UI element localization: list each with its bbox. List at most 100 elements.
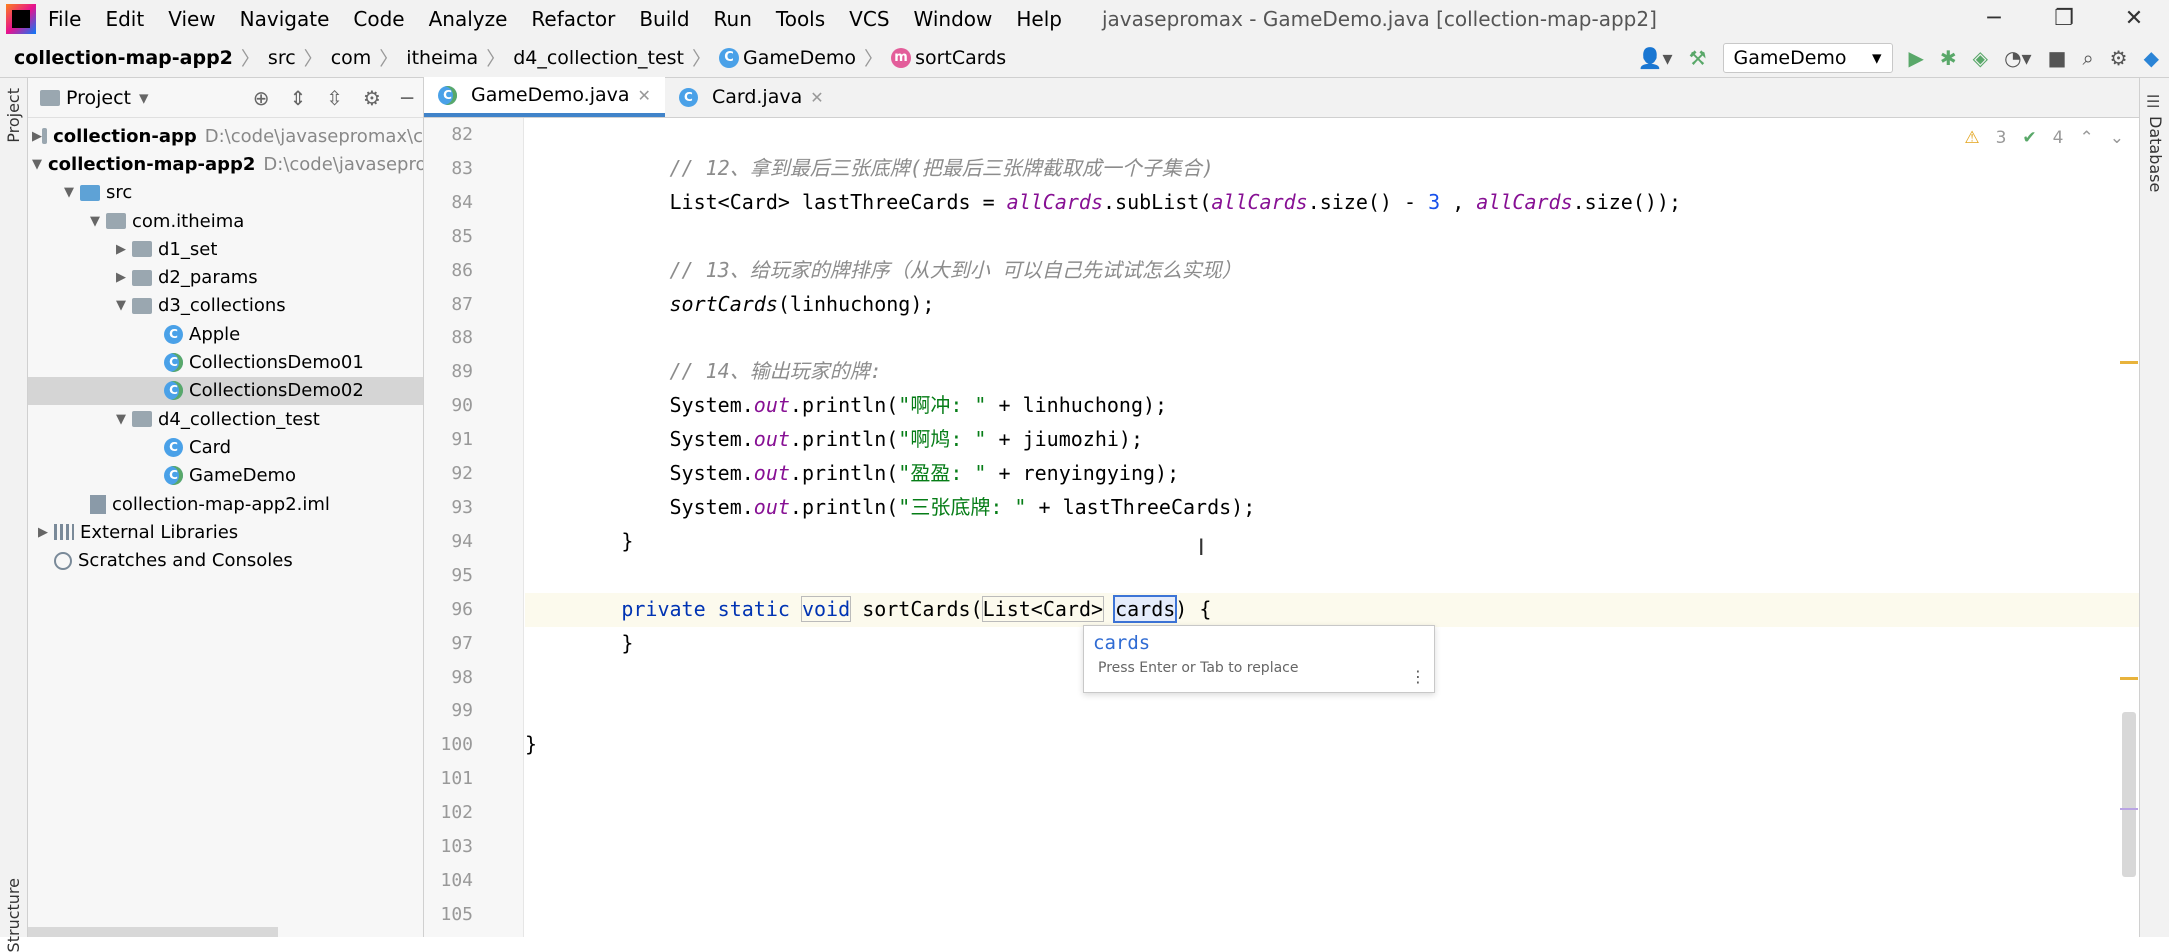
code-text: .println( (789, 427, 899, 452)
gear-icon[interactable]: ⚙ (363, 86, 381, 110)
tree-item[interactable]: ▼ com.itheima (28, 207, 423, 235)
tree-item[interactable]: ▶ collection-app D:\code\javasepromax\c (28, 122, 423, 150)
warning-marker[interactable] (2120, 677, 2138, 680)
menu-window[interactable]: Window (914, 7, 993, 31)
debug-icon[interactable]: ✱ (1940, 46, 1957, 70)
tree-item[interactable]: C GameDemo (28, 462, 423, 490)
line-number: 98 (451, 666, 473, 688)
close-tab-icon[interactable]: ✕ (638, 86, 651, 105)
tree-item-selected[interactable]: C CollectionsDemo02 (28, 376, 423, 405)
project-tool-button[interactable]: Project (4, 88, 23, 143)
menu-file[interactable]: File (48, 7, 81, 31)
breadcrumb-com[interactable]: com (331, 47, 372, 69)
structure-tool-button[interactable]: Structure (4, 878, 23, 952)
menu-build[interactable]: Build (639, 7, 689, 31)
warning-marker[interactable] (2120, 361, 2138, 364)
menu-refactor[interactable]: Refactor (531, 7, 615, 31)
code-field: allCards (1211, 189, 1308, 214)
tree-item[interactable]: ▼ collection-map-app2 D:\code\javasepro (28, 150, 423, 178)
tree-item[interactable]: ▶ d1_set (28, 235, 423, 263)
hide-icon[interactable]: ─ (401, 86, 413, 110)
tree-item[interactable]: C Card (28, 433, 423, 461)
menu-navigate[interactable]: Navigate (240, 7, 330, 31)
restore-icon[interactable]: ❐ (2029, 0, 2099, 38)
chevron-down-icon[interactable]: ⌄ (2110, 128, 2124, 148)
line-number: 95 (451, 564, 473, 586)
tab-card[interactable]: C Card.java ✕ (665, 77, 838, 117)
chevron-down-icon[interactable]: ▼ (84, 214, 106, 229)
collapse-all-icon[interactable]: ⇳ (326, 86, 343, 110)
method-icon: m (891, 47, 912, 68)
tree-item[interactable]: ▶ External Libraries (28, 518, 423, 546)
breadcrumb-project[interactable]: collection-map-app2 (14, 47, 233, 69)
tree-item[interactable]: ▶ d2_params (28, 263, 423, 291)
class-icon: C (164, 324, 183, 344)
profile-icon[interactable]: ◔▾ (2004, 46, 2032, 70)
breadcrumb-src[interactable]: src (268, 47, 296, 69)
breadcrumb-class[interactable]: GameDemo (743, 47, 856, 69)
right-tool-stripe: ☰ Database (2139, 78, 2169, 937)
menu-help[interactable]: Help (1016, 7, 1062, 31)
close-icon[interactable]: ✕ (2099, 0, 2169, 38)
tree-item[interactable]: C Apple (28, 320, 423, 348)
code-line: sortCards(linhuchong); (525, 288, 2139, 322)
more-options-icon[interactable]: ⋮ (1410, 667, 1426, 686)
tree-item[interactable]: ▼ src (28, 179, 423, 207)
code-number: 3 (1428, 189, 1441, 214)
chevron-down-icon[interactable]: ▼ (32, 157, 42, 172)
chevron-right-icon[interactable]: ▶ (32, 129, 42, 144)
tree-item[interactable]: Scratches and Consoles (28, 546, 423, 574)
chevron-down-icon[interactable]: ▾ (139, 87, 149, 109)
code-text: System. (669, 427, 754, 452)
run-configuration-select[interactable]: GameDemo ▾ (1722, 43, 1893, 73)
usage-marker[interactable] (2120, 808, 2138, 810)
breadcrumb-itheima[interactable]: itheima (406, 47, 478, 69)
menu-code[interactable]: Code (353, 7, 404, 31)
project-panel: Project ▾ ⊕ ⇕ ⇳ ⚙ ─ ▶ collection-app D:\c… (28, 78, 424, 937)
user-icon[interactable]: 👤▾ (1638, 46, 1673, 70)
menu-view[interactable]: View (168, 7, 215, 31)
chevron-right-icon[interactable]: ▶ (32, 525, 54, 540)
menu-run[interactable]: Run (714, 7, 752, 31)
database-tool-button[interactable]: Database (2146, 116, 2165, 192)
tab-gamedemo[interactable]: C GameDemo.java ✕ (424, 77, 665, 117)
close-tab-icon[interactable]: ✕ (810, 88, 823, 107)
inspection-widget[interactable]: ⚠ 3 ✔ 4 ⌃ ⌄ (1964, 128, 2124, 148)
code-text: .println( (789, 393, 899, 418)
menu-analyze[interactable]: Analyze (429, 7, 508, 31)
tree-item[interactable]: C CollectionsDemo01 (28, 348, 423, 376)
menu-edit[interactable]: Edit (105, 7, 144, 31)
minimize-icon[interactable]: ─ (1959, 0, 2029, 38)
menu-tools[interactable]: Tools (776, 7, 825, 31)
chevron-down-icon[interactable]: ▼ (110, 412, 132, 427)
chevron-right-icon[interactable]: ▶ (110, 242, 132, 257)
plugin-logo-icon[interactable]: ◆ (2144, 46, 2159, 70)
breadcrumb-package[interactable]: d4_collection_test (513, 47, 684, 69)
vertical-scrollbar[interactable] (2122, 712, 2136, 877)
code-line-current: private static void sortCards(List<Card>… (525, 592, 2139, 627)
run-icon[interactable]: ▶ (1909, 46, 1924, 70)
locate-icon[interactable]: ⊕ (253, 86, 270, 110)
tree-item[interactable]: ▼ d4_collection_test (28, 405, 423, 433)
gear-icon[interactable]: ⚙ (2110, 46, 2128, 70)
coverage-icon[interactable]: ◈ (1973, 46, 1988, 70)
chevron-right-icon[interactable]: ▶ (110, 270, 132, 285)
stop-icon[interactable]: ■ (2048, 46, 2067, 70)
tree-item[interactable]: ▼ d3_collections (28, 292, 423, 320)
expand-all-icon[interactable]: ⇕ (289, 86, 306, 110)
menu-vcs[interactable]: VCS (849, 7, 889, 31)
parameter-name-input[interactable]: cards (1113, 594, 1178, 623)
chevron-down-icon[interactable]: ▼ (110, 298, 132, 313)
chevron-up-icon[interactable]: ⌃ (2080, 128, 2094, 148)
build-hammer-icon[interactable]: ⚒ (1689, 46, 1707, 70)
code-text: + linhuchong); (986, 393, 1168, 418)
horizontal-scrollbar[interactable] (28, 927, 278, 937)
code-editor[interactable]: // 12、拿到最后三张底牌(把最后三张牌截取成一个子集合) List<Card… (525, 118, 2139, 937)
breadcrumb-method[interactable]: sortCards (915, 47, 1006, 69)
code-field: out (753, 494, 790, 519)
completion-suggestion[interactable]: cards (1084, 626, 1434, 654)
project-panel-title[interactable]: Project (66, 87, 131, 109)
chevron-down-icon[interactable]: ▼ (58, 185, 80, 200)
tree-item[interactable]: collection-map-app2.iml (28, 490, 423, 518)
search-icon[interactable]: ⌕ (2082, 46, 2093, 70)
